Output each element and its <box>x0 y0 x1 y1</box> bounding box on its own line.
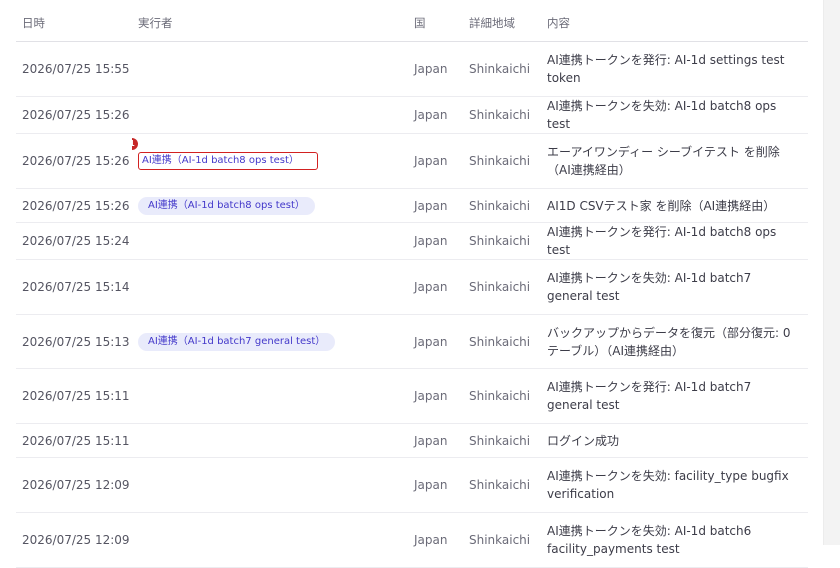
cell-executor <box>132 222 408 260</box>
cell-executor <box>132 512 408 568</box>
cell-country: Japan <box>408 457 463 513</box>
column-header-region[interactable]: 詳細地域 <box>463 4 541 42</box>
cell-content: バックアップからデータを復元（部分復元: 0テーブル）（AI連携経由） <box>541 314 808 369</box>
table-row[interactable]: 2026/07/25 15:13 AI連携（AI-1d batch7 gener… <box>16 314 808 369</box>
table-row[interactable]: 2026/07/25 15:26 Japan Shinkaichi AI連携トー… <box>16 96 808 134</box>
table-row[interactable]: 2026/07/25 15:11 Japan Shinkaichi AI連携トー… <box>16 368 808 424</box>
cell-content: AI連携トークンを発行: AI-1d batch8 ops test <box>541 222 808 260</box>
annotation-marker: 1 <box>132 138 138 150</box>
cell-executor <box>132 423 408 458</box>
cell-executor: 1 AI連携（AI-1d batch8 ops test） <box>132 133 408 189</box>
cell-content: AI連携トークンを発行: AI-1d settings test token <box>541 41 808 97</box>
cell-content: ログイン成功 <box>541 423 808 458</box>
cell-datetime: 2026/07/25 15:11 <box>16 368 132 424</box>
executor-badge[interactable]: AI連携（AI-1d batch7 general test） <box>138 332 336 351</box>
cell-region: Shinkaichi <box>463 222 541 260</box>
cell-content: AI連携トークンを失効: AI-1d batch7 general test <box>541 259 808 315</box>
cell-country: Japan <box>408 423 463 458</box>
cell-country: Japan <box>408 222 463 260</box>
cell-country: Japan <box>408 133 463 189</box>
cell-region: Shinkaichi <box>463 41 541 97</box>
cell-content: AI連携トークンを失効: AI-1d batch8 ops test <box>541 96 808 134</box>
highlighted-executor-badge-wrap: 1 AI連携（AI-1d batch8 ops test） <box>132 138 318 170</box>
cell-country: Japan <box>408 368 463 424</box>
executor-badge[interactable]: AI連携（AI-1d batch8 ops test） <box>138 196 315 215</box>
cell-datetime: 2026/07/25 15:13 <box>16 314 132 369</box>
cell-region: Shinkaichi <box>463 96 541 134</box>
cell-executor <box>132 96 408 134</box>
activity-log-table: 日時 実行者 国 詳細地域 内容 2026/07/25 15:55 Japan … <box>16 4 808 568</box>
cell-country: Japan <box>408 512 463 568</box>
vertical-scrollbar[interactable] <box>823 0 840 545</box>
cell-datetime: 2026/07/25 15:26 <box>16 96 132 134</box>
cell-datetime: 2026/07/25 15:11 <box>16 423 132 458</box>
cell-region: Shinkaichi <box>463 368 541 424</box>
cell-region: Shinkaichi <box>463 457 541 513</box>
cell-datetime: 2026/07/25 12:09 <box>16 457 132 513</box>
column-header-executor[interactable]: 実行者 <box>132 4 408 42</box>
table-row[interactable]: 2026/07/25 12:09 Japan Shinkaichi AI連携トー… <box>16 457 808 513</box>
cell-executor: AI連携（AI-1d batch7 general test） <box>132 314 408 369</box>
table-row[interactable]: 2026/07/25 15:55 Japan Shinkaichi AI連携トー… <box>16 41 808 97</box>
executor-badge[interactable]: AI連携（AI-1d batch8 ops test） <box>138 152 318 170</box>
cell-datetime: 2026/07/25 12:09 <box>16 512 132 568</box>
column-header-content[interactable]: 内容 <box>541 4 808 42</box>
table-row[interactable]: 2026/07/25 15:14 Japan Shinkaichi AI連携トー… <box>16 259 808 315</box>
cell-executor <box>132 41 408 97</box>
cell-country: Japan <box>408 96 463 134</box>
cell-executor <box>132 457 408 513</box>
cell-content: エーアイワンディー シーブイテスト を削除（AI連携経由） <box>541 133 808 189</box>
cell-executor: AI連携（AI-1d batch8 ops test） <box>132 188 408 223</box>
table-row[interactable]: 2026/07/25 15:11 Japan Shinkaichi ログイン成功 <box>16 423 808 458</box>
cell-country: Japan <box>408 41 463 97</box>
cell-region: Shinkaichi <box>463 423 541 458</box>
cell-datetime: 2026/07/25 15:14 <box>16 259 132 315</box>
cell-datetime: 2026/07/25 15:26 <box>16 133 132 189</box>
cell-region: Shinkaichi <box>463 259 541 315</box>
cell-country: Japan <box>408 188 463 223</box>
table-row[interactable]: 2026/07/25 15:24 Japan Shinkaichi AI連携トー… <box>16 222 808 260</box>
cell-region: Shinkaichi <box>463 188 541 223</box>
column-header-country[interactable]: 国 <box>408 4 463 42</box>
cell-content: AI連携トークンを発行: AI-1d batch7 general test <box>541 368 808 424</box>
cell-region: Shinkaichi <box>463 314 541 369</box>
table-header-row: 日時 実行者 国 詳細地域 内容 <box>16 4 808 42</box>
cell-region: Shinkaichi <box>463 133 541 189</box>
cell-region: Shinkaichi <box>463 512 541 568</box>
table-row[interactable]: 2026/07/25 12:09 Japan Shinkaichi AI連携トー… <box>16 512 808 568</box>
cell-executor <box>132 259 408 315</box>
cell-content: AI連携トークンを失効: facility_type bugfix verifi… <box>541 457 808 513</box>
table-row[interactable]: 2026/07/25 15:26 AI連携（AI-1d batch8 ops t… <box>16 188 808 223</box>
cell-country: Japan <box>408 259 463 315</box>
cell-datetime: 2026/07/25 15:26 <box>16 188 132 223</box>
cell-executor <box>132 368 408 424</box>
cell-datetime: 2026/07/25 15:55 <box>16 41 132 97</box>
cell-content: AI1D CSVテスト家 を削除（AI連携経由） <box>541 188 808 223</box>
column-header-datetime[interactable]: 日時 <box>16 4 132 42</box>
cell-datetime: 2026/07/25 15:24 <box>16 222 132 260</box>
cell-country: Japan <box>408 314 463 369</box>
table-row[interactable]: 2026/07/25 15:26 1 AI連携（AI-1d batch8 ops… <box>16 133 808 189</box>
cell-content: AI連携トークンを失効: AI-1d batch6 facility_payme… <box>541 512 808 568</box>
